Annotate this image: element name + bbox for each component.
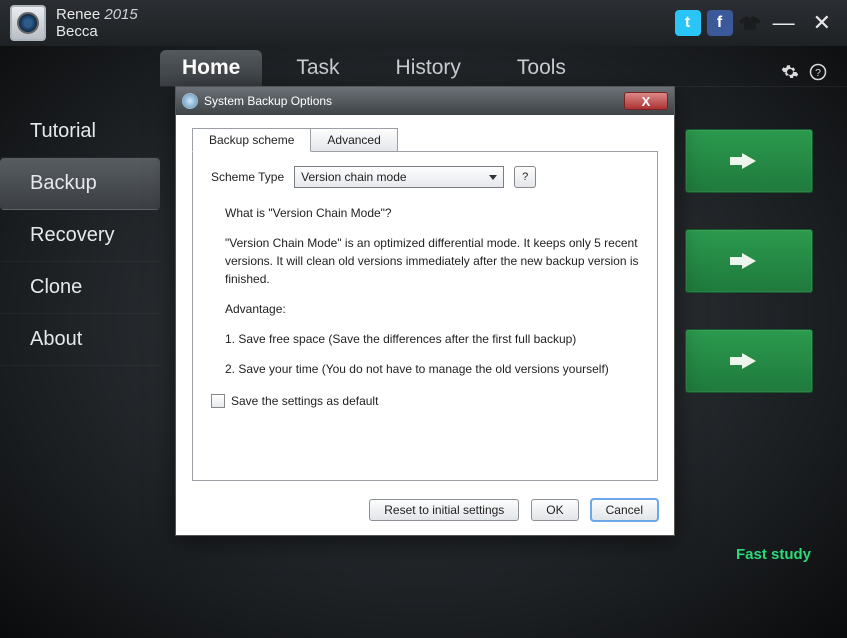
tab-backup-scheme[interactable]: Backup scheme bbox=[192, 128, 311, 152]
app-titlebar: Renee 2015 Becca t f — ✕ bbox=[0, 0, 847, 46]
arrow-right-icon bbox=[742, 353, 756, 369]
arrow-right-icon bbox=[742, 153, 756, 169]
save-default-label: Save the settings as default bbox=[231, 394, 378, 408]
action-card-1[interactable] bbox=[685, 129, 813, 193]
save-default-checkbox[interactable] bbox=[211, 394, 225, 408]
explain-question: What is "Version Chain Mode"? bbox=[225, 204, 639, 222]
scheme-type-select[interactable]: Version chain mode bbox=[294, 166, 504, 188]
action-card-2[interactable] bbox=[685, 229, 813, 293]
explain-advantage-1: 1. Save free space (Save the differences… bbox=[225, 330, 639, 348]
svg-text:?: ? bbox=[815, 67, 821, 79]
dialog-close-button[interactable]: X bbox=[624, 92, 668, 110]
tab-home[interactable]: Home bbox=[160, 50, 262, 86]
tab-advanced[interactable]: Advanced bbox=[310, 128, 397, 152]
sidebar: Tutorial Backup Recovery Clone About bbox=[0, 86, 160, 631]
app-brand: Renee 2015 Becca bbox=[56, 6, 138, 40]
arrow-right-icon bbox=[742, 253, 756, 269]
system-backup-options-dialog: System Backup Options X Backup scheme Ad… bbox=[175, 86, 675, 536]
ok-button[interactable]: OK bbox=[531, 499, 578, 521]
dialog-app-icon bbox=[182, 93, 198, 109]
tab-task[interactable]: Task bbox=[274, 50, 361, 86]
explain-advantage-2: 2. Save your time (You do not have to ma… bbox=[225, 360, 639, 378]
app-title: Renee bbox=[56, 6, 100, 23]
dialog-titlebar[interactable]: System Backup Options X bbox=[176, 87, 674, 115]
dialog-title: System Backup Options bbox=[204, 94, 332, 108]
fast-study-link[interactable]: Fast study bbox=[736, 546, 811, 563]
sidebar-item-about[interactable]: About bbox=[0, 314, 160, 366]
tab-tools[interactable]: Tools bbox=[495, 50, 588, 86]
scheme-explanation: What is "Version Chain Mode"? "Version C… bbox=[211, 204, 639, 378]
window-close-button[interactable]: ✕ bbox=[807, 10, 837, 36]
tshirt-icon[interactable] bbox=[739, 16, 761, 30]
scheme-type-value: Version chain mode bbox=[301, 170, 406, 184]
safe-dial-icon bbox=[17, 12, 39, 34]
app-subtitle: Becca bbox=[56, 23, 138, 40]
app-logo bbox=[10, 5, 46, 41]
help-icon[interactable]: ? bbox=[809, 63, 827, 86]
main-tabs: Home Task History Tools ? bbox=[0, 46, 847, 86]
window-minimize-button[interactable]: — bbox=[767, 10, 801, 36]
action-card-3[interactable] bbox=[685, 329, 813, 393]
sidebar-item-backup[interactable]: Backup bbox=[0, 158, 160, 210]
reset-button[interactable]: Reset to initial settings bbox=[369, 499, 519, 521]
gear-icon[interactable] bbox=[781, 63, 799, 86]
dialog-footer: Reset to initial settings OK Cancel bbox=[176, 489, 674, 535]
cancel-button[interactable]: Cancel bbox=[591, 499, 658, 521]
sidebar-item-recovery[interactable]: Recovery bbox=[0, 210, 160, 262]
scheme-type-label: Scheme Type bbox=[211, 170, 284, 184]
dialog-tabstrip: Backup scheme Advanced bbox=[192, 127, 658, 151]
explain-advantage-head: Advantage: bbox=[225, 300, 639, 318]
backup-scheme-panel: Scheme Type Version chain mode ? What is… bbox=[192, 151, 658, 481]
explain-description: "Version Chain Mode" is an optimized dif… bbox=[225, 234, 639, 288]
facebook-icon[interactable]: f bbox=[707, 10, 733, 36]
app-year: 2015 bbox=[104, 6, 137, 23]
twitter-icon[interactable]: t bbox=[675, 10, 701, 36]
sidebar-item-clone[interactable]: Clone bbox=[0, 262, 160, 314]
scheme-help-button[interactable]: ? bbox=[514, 166, 536, 188]
sidebar-item-tutorial[interactable]: Tutorial bbox=[0, 106, 160, 158]
tab-history[interactable]: History bbox=[374, 50, 483, 86]
